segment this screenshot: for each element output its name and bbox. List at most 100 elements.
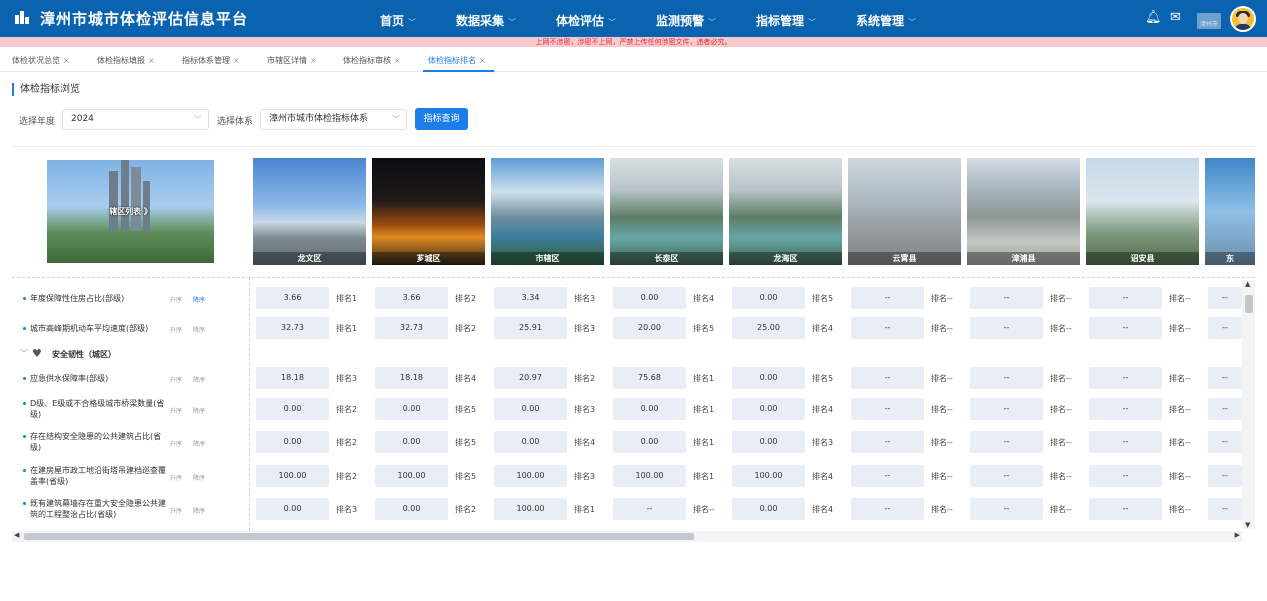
rank-label: 排名-- — [1169, 472, 1191, 481]
district-photo-longwen[interactable]: 龙文区 — [253, 158, 366, 265]
scroll-left-icon[interactable]: ◀ — [14, 531, 19, 539]
value-cell: -- — [970, 431, 1043, 453]
sort-desc-button[interactable]: 降序 — [193, 506, 205, 515]
rank-label: 排名4 — [693, 294, 715, 303]
year-select[interactable]: 2024 ﹀ — [62, 109, 209, 130]
tab-overview[interactable]: 体检状况总览 × — [12, 55, 70, 66]
rank-label: 排名1 — [336, 324, 358, 333]
chevron-down-icon: ﹀ — [708, 18, 717, 27]
section-title: 体检指标浏览 — [12, 83, 80, 96]
sort-asc-button[interactable]: 升序 — [170, 506, 182, 515]
district-photo-yunxiao[interactable]: 云霄县 — [848, 158, 961, 265]
value-cell: 18.18 — [256, 367, 329, 389]
value-cell: 0.00 — [375, 431, 448, 453]
mail-icon[interactable]: ✉︎ — [1170, 10, 1181, 25]
sort-desc-button[interactable]: 降序 — [193, 325, 205, 334]
value-cell: 0.00 — [375, 398, 448, 420]
district-photo-zhangpu[interactable]: 漳浦县 — [967, 158, 1080, 265]
rank-label: 排名-- — [931, 324, 953, 333]
sort-asc-button[interactable]: 升序 — [170, 325, 182, 334]
tab-indicator-ranking[interactable]: 体检指标排名 × — [428, 55, 486, 66]
district-list-photo[interactable]: 辖区列表 》 — [47, 160, 214, 263]
rank-label: 排名4 — [574, 438, 596, 447]
nav-indicator-management[interactable]: 指标管理 ﹀ — [756, 12, 816, 29]
close-icon[interactable]: × — [479, 56, 486, 65]
close-icon[interactable]: × — [63, 56, 70, 65]
bullet-dot — [23, 297, 26, 300]
column-divider — [249, 278, 250, 531]
value-cell: -- — [1089, 317, 1162, 339]
district-photo-longhai[interactable]: 龙海区 — [729, 158, 842, 265]
system-select[interactable]: 漳州市城市体检指标体系 ﹀ — [260, 109, 407, 130]
scroll-right-icon[interactable]: ▶ — [1235, 531, 1240, 539]
scroll-up-icon[interactable]: ▲ — [1245, 280, 1250, 288]
bell-icon[interactable]: 🔔︎ — [1145, 10, 1162, 25]
value-cell: -- — [970, 465, 1043, 487]
tab-district-detail[interactable]: 市辖区详情 × — [267, 55, 317, 66]
close-icon[interactable]: × — [310, 56, 317, 65]
sort-asc-button[interactable]: 升序 — [170, 406, 182, 415]
tab-indicator-review[interactable]: 体检指标审核 × — [343, 55, 401, 66]
value-cell: -- — [1089, 431, 1162, 453]
user-name[interactable]: 漳州市 — [1197, 13, 1221, 29]
nav-system-management[interactable]: 系统管理 ﹀ — [856, 12, 916, 29]
value-cell: -- — [851, 431, 924, 453]
rank-label: 排名-- — [931, 438, 953, 447]
sort-desc-button[interactable]: 降序 — [193, 375, 205, 384]
sort-desc-button[interactable]: 降序 — [193, 295, 205, 304]
rank-label: 排名3 — [812, 438, 834, 447]
chevron-down-icon[interactable]: ﹀ — [20, 348, 28, 359]
tab-indicator-fill[interactable]: 体检指标填报 × — [97, 55, 155, 66]
district-photo-city[interactable]: 市辖区 — [491, 158, 604, 265]
sort-desc-button[interactable]: 降序 — [193, 439, 205, 448]
query-button[interactable]: 指标查询 — [415, 108, 468, 130]
district-photo-xiangcheng[interactable]: 芗城区 — [372, 158, 485, 265]
district-photo-zhaoan[interactable]: 诏安县 — [1086, 158, 1199, 265]
value-cell: -- — [851, 465, 924, 487]
tab-system-management[interactable]: 指标体系管理 × — [182, 55, 240, 66]
sort-asc-button[interactable]: 升序 — [170, 473, 182, 482]
close-icon[interactable]: × — [394, 56, 401, 65]
value-cell: -- — [1208, 465, 1242, 487]
system-label: 选择体系 — [217, 117, 254, 127]
bullet-dot — [23, 435, 26, 438]
sort-asc-button[interactable]: 升序 — [170, 439, 182, 448]
value-cell: 100.00 — [732, 465, 805, 487]
close-icon[interactable]: × — [148, 56, 155, 65]
nav-monitoring[interactable]: 监测预警 ﹀ — [656, 12, 716, 29]
horizontal-scrollbar[interactable]: ◀ ▶ — [12, 531, 1242, 542]
year-label: 选择年度 — [19, 117, 56, 127]
value-cell: -- — [1089, 398, 1162, 420]
district-photo-dongshan[interactable]: 东 — [1205, 158, 1255, 265]
close-icon[interactable]: × — [233, 56, 240, 65]
rank-label: 排名5 — [812, 294, 834, 303]
rank-label: 排名3 — [574, 405, 596, 414]
rank-label: 排名-- — [931, 374, 953, 383]
rank-label: 排名5 — [812, 374, 834, 383]
value-cell: 0.00 — [494, 431, 567, 453]
indicator-name: 应急供水保障率(部级) — [23, 373, 166, 384]
rank-label: 排名5 — [455, 405, 477, 414]
value-cell: -- — [851, 398, 924, 420]
chevron-down-icon: ﹀ — [608, 18, 617, 27]
avatar[interactable] — [1230, 6, 1256, 32]
value-cell: 0.00 — [732, 367, 805, 389]
rank-label: 排名2 — [455, 294, 477, 303]
value-cell: -- — [1089, 367, 1162, 389]
district-photo-changtai[interactable]: 长泰区 — [610, 158, 723, 265]
nav-evaluation[interactable]: 体检评估 ﹀ — [556, 12, 616, 29]
sort-asc-button[interactable]: 升序 — [170, 375, 182, 384]
value-cell: 0.00 — [613, 287, 686, 309]
rank-label: 排名-- — [931, 505, 953, 514]
sort-desc-button[interactable]: 降序 — [193, 406, 205, 415]
vertical-scrollbar[interactable]: ▲ ▼ — [1242, 280, 1255, 529]
district-list-link[interactable]: 辖区列表 》 — [47, 206, 214, 217]
nav-data-collection[interactable]: 数据采集 ﹀ — [456, 12, 516, 29]
sort-asc-button[interactable]: 升序 — [170, 295, 182, 304]
scroll-down-icon[interactable]: ▼ — [1245, 521, 1250, 529]
sort-desc-button[interactable]: 降序 — [193, 473, 205, 482]
nav-home[interactable]: 首页 ﹀ — [380, 12, 416, 29]
chevron-down-icon: ﹀ — [908, 18, 917, 27]
chevron-down-icon: ﹀ — [392, 115, 400, 124]
rank-label: 排名-- — [1169, 505, 1191, 514]
